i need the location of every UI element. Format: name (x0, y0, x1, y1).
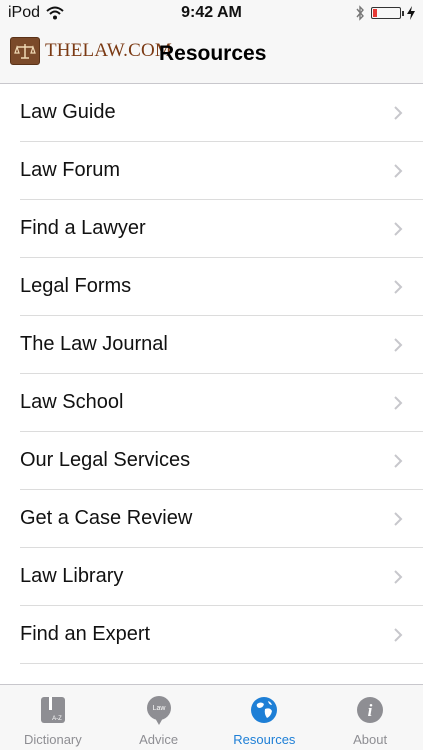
list-item-label: Our Legal Services (20, 449, 191, 471)
thelaw-logo: THELAW.COM (10, 37, 172, 65)
logo-text: THELAW.COM (45, 40, 172, 61)
list-item-label: Law School (20, 391, 124, 413)
info-icon: i (357, 697, 384, 723)
list-item[interactable]: The Law Journal (0, 316, 423, 374)
battery-icon (371, 7, 404, 19)
list-item-label: Find a Lawyer (20, 217, 146, 239)
list-item[interactable]: Law Forum (0, 142, 423, 200)
chevron-right-icon (394, 628, 403, 642)
globe-icon (251, 697, 278, 723)
resource-list: Law Guide Law Forum Find a Lawyer Legal For… (0, 84, 423, 664)
navigation-bar: THELAW.COM Resources (0, 28, 423, 84)
chevron-right-icon (394, 222, 403, 236)
tab-about[interactable]: i About (317, 685, 423, 750)
tab-advice[interactable]: Law Advice (106, 685, 212, 750)
list-item[interactable]: Law Library (0, 548, 423, 606)
list-item[interactable]: Find an Expert (0, 606, 423, 664)
charging-bolt-icon (407, 6, 415, 20)
list-item-label: Law Forum (20, 159, 121, 181)
list-item[interactable]: Legal Forms (0, 258, 423, 316)
scales-of-justice-icon (10, 37, 40, 65)
status-right (355, 5, 415, 21)
chevron-right-icon (394, 396, 403, 410)
tab-dictionary-label: Dictionary (23, 732, 82, 747)
chevron-right-icon (394, 106, 403, 120)
tab-dictionary[interactable]: A-Z Dictionary (0, 685, 106, 750)
list-item-label: Law Library (20, 565, 124, 587)
tab-resources-label: Resources (233, 732, 296, 747)
tab-about-label: About (353, 732, 388, 747)
tab-advice-label: Advice (139, 732, 179, 747)
advice-icon-text: Law (152, 705, 166, 712)
chevron-right-icon (394, 512, 403, 526)
list-item[interactable]: Law Guide (0, 84, 423, 142)
bluetooth-icon (356, 5, 364, 21)
list-item-label: Law Guide (20, 101, 116, 123)
battery-level (373, 9, 377, 17)
chevron-right-icon (394, 454, 403, 468)
list-item[interactable]: Our Legal Services (0, 432, 423, 490)
list-item-label: The Law Journal (20, 333, 168, 355)
about-icon-text: i (368, 701, 373, 720)
chevron-right-icon (394, 164, 403, 178)
list-item-label: Legal Forms (20, 275, 132, 297)
list-item[interactable]: Get a Case Review (0, 490, 423, 548)
tab-resources[interactable]: Resources (212, 685, 318, 750)
list-item[interactable]: Find a Lawyer (0, 200, 423, 258)
chevron-right-icon (394, 280, 403, 294)
status-bar: iPod 9:42 AM (0, 0, 423, 28)
dictionary-book-icon: A-Z (40, 697, 65, 723)
chevron-right-icon (394, 338, 403, 352)
list-item-label: Get a Case Review (20, 507, 193, 529)
dictionary-icon-text: A-Z (52, 716, 62, 722)
list-item[interactable]: Law School (0, 374, 423, 432)
page-title: Resources (159, 42, 267, 65)
advice-bubble-icon: Law (146, 696, 171, 725)
list-item-label: Find an Expert (20, 623, 151, 645)
tab-bar: A-Z Dictionary Law Advice Resources i Ab… (0, 684, 423, 750)
chevron-right-icon (394, 570, 403, 584)
